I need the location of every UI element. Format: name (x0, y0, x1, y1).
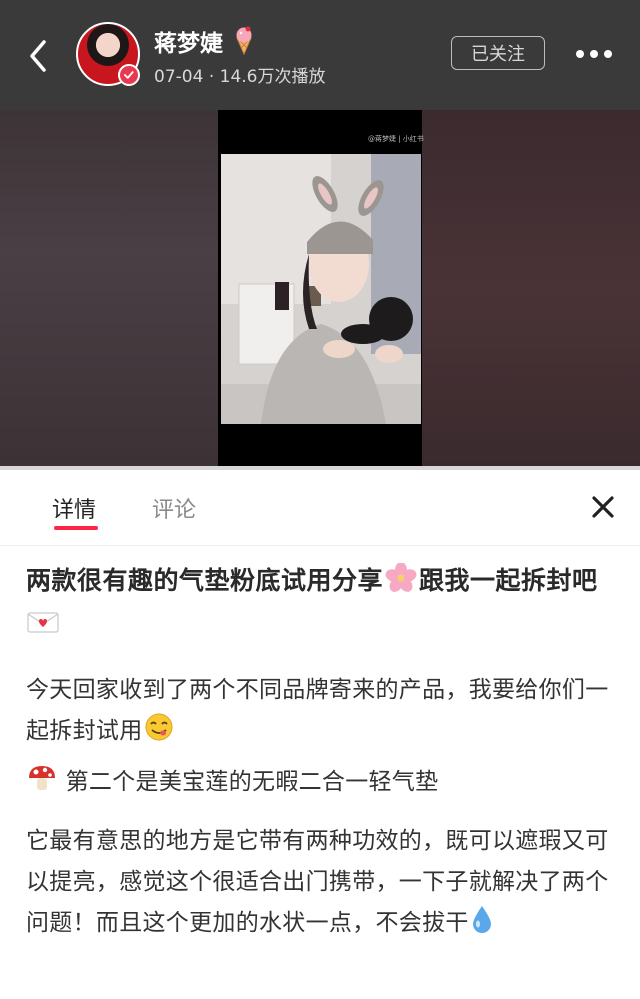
tab-bar: 详情 评论 (0, 470, 640, 546)
post-title: 两款很有趣的气垫粉底试用分享 跟我一起拆封吧 (26, 560, 620, 644)
paragraph-1-text: 今天回家收到了两个不同品牌寄来的产品，我要给你们一起拆封试用 (26, 677, 609, 744)
love-letter-icon (27, 612, 59, 633)
video-blur-left (0, 110, 218, 468)
active-tab-indicator (54, 526, 98, 530)
follow-button[interactable]: 已关注 (451, 36, 545, 70)
video-thumbnail (221, 154, 421, 424)
username-text: 蒋梦婕 (154, 31, 223, 57)
post-title-text: 两款很有趣的气垫粉底试用分享 (26, 566, 384, 595)
post-meta: 07-04 · 14.6万次播放 (154, 62, 325, 87)
cherry-blossom-icon (385, 563, 417, 592)
paragraph-2: 第二个是美宝莲的无暇二合一轻气垫 (26, 762, 620, 803)
more-dots-icon[interactable] (574, 44, 614, 64)
verified-badge-icon (118, 64, 140, 86)
paragraph-1: 今天回家收到了两个不同品牌寄来的产品，我要给你们一起拆封试用 (26, 670, 620, 752)
close-icon[interactable] (590, 494, 616, 520)
mushroom-icon (29, 766, 55, 790)
tab-detail[interactable]: 详情 (52, 492, 96, 524)
post-date: 07-04 (154, 67, 204, 87)
droplet-icon (472, 906, 491, 933)
yum-face-icon (145, 713, 172, 741)
post-content: 两款很有趣的气垫粉底试用分享 跟我一起拆封吧 今天回家收到了两个不同品牌寄来的产… (26, 560, 620, 944)
video-blur-right (422, 110, 640, 468)
post-title-cont: 跟我一起拆封吧 (419, 566, 598, 595)
paragraph-2-text: 第二个是美宝莲的无暇二合一轻气垫 (65, 769, 439, 795)
video-area[interactable]: @蒋梦婕 | 小红书 蒋梦婕 07-04 · 14.6万次播放 已关注 (0, 0, 640, 468)
video-watermark: @蒋梦婕 | 小红书 (368, 135, 424, 143)
video-player[interactable]: @蒋梦婕 | 小红书 (218, 110, 424, 468)
username[interactable]: 蒋梦婕 (154, 24, 257, 58)
top-bar: 蒋梦婕 07-04 · 14.6万次播放 已关注 (0, 0, 640, 110)
play-count: 14.6万次播放 (219, 67, 326, 87)
ice-cream-icon (236, 26, 252, 56)
paragraph-3: 它最有意思的地方是它带有两种功效的，既可以遮瑕又可以提亮，感觉这个很适合出门携带… (26, 821, 620, 944)
chevron-left-icon[interactable] (24, 36, 54, 76)
paragraph-3-text: 它最有意思的地方是它带有两种功效的，既可以遮瑕又可以提亮，感觉这个很适合出门携带… (26, 828, 609, 936)
meta-separator: · (208, 67, 215, 87)
tab-comments[interactable]: 评论 (152, 492, 196, 524)
